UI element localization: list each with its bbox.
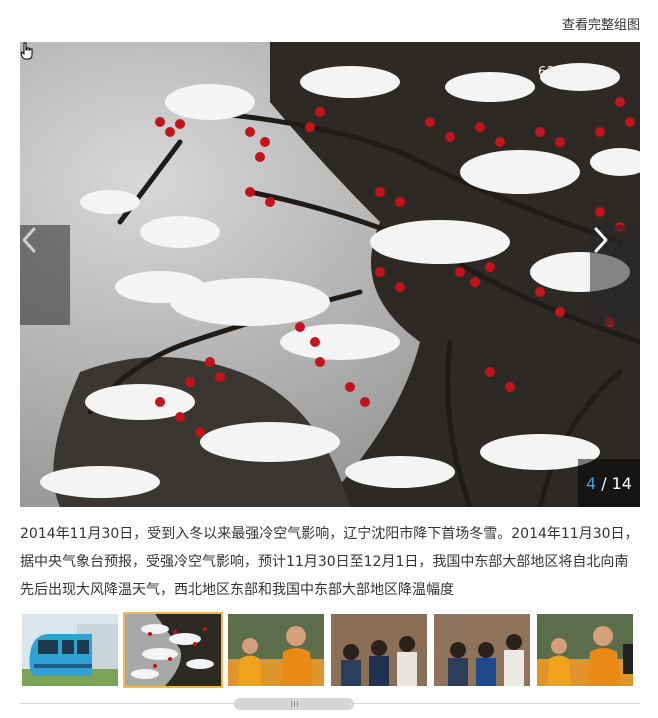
chevron-right-icon <box>594 227 608 253</box>
thumbnail-train[interactable] <box>20 612 120 688</box>
students-thumbnail-image-2 <box>434 614 530 686</box>
students-thumbnail-image <box>331 614 427 686</box>
grip-line <box>293 701 295 707</box>
snowy-berries-photo <box>20 42 640 507</box>
photo-caption: 2014年11月30日，受到入冬以来最强冷空气影响，辽宁沈阳市降下首场冬雪。20… <box>20 526 639 598</box>
image-size-label: 620X465 <box>537 65 600 80</box>
monks-thumbnail-image-2 <box>537 614 633 686</box>
photo-counter: 4 / 14 <box>578 459 640 507</box>
grip-line <box>296 701 298 707</box>
grip-line <box>290 701 292 707</box>
thumbnail-strip <box>20 612 640 688</box>
gallery-page: 查看完整组图 620X465 4 / 14 2014年11月30日，受到入冬以来… <box>0 0 658 718</box>
monks-thumbnail-image <box>228 614 324 686</box>
thumbnail-monks-2[interactable] <box>535 612 635 688</box>
hand-cursor-icon <box>20 42 33 60</box>
counter-separator: / <box>601 473 607 493</box>
view-full-gallery-link[interactable]: 查看完整组图 <box>562 14 640 33</box>
thumbnail-students[interactable] <box>329 612 429 688</box>
current-index: 4 <box>586 473 597 493</box>
main-photo: 620X465 4 / 14 <box>20 42 640 507</box>
total-count: 14 <box>611 473 632 493</box>
thumbnail-students-2[interactable] <box>432 612 532 688</box>
thumbnail-scrollbar-handle[interactable] <box>234 698 354 710</box>
snowy-berries-thumbnail-image <box>125 614 221 686</box>
next-photo-button[interactable] <box>590 225 640 325</box>
chevron-left-icon <box>22 227 36 253</box>
thumbnail-monks[interactable] <box>226 612 326 688</box>
thumbnail-snowy-berries[interactable] <box>123 612 223 688</box>
previous-photo-button[interactable] <box>20 225 70 325</box>
train-thumbnail-image <box>22 614 118 686</box>
